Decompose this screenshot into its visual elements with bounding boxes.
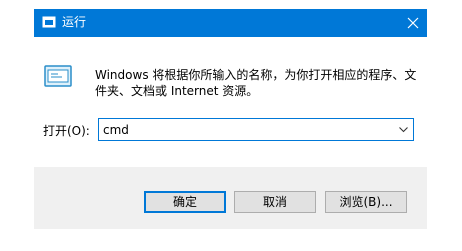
- dropdown-button[interactable]: [393, 119, 413, 140]
- dialog-description: Windows 将根据你所输入的名称，为你打开相应的程序、文件夹、文档或 Int…: [95, 68, 417, 98]
- browse-button[interactable]: 浏览(B)...: [325, 191, 407, 213]
- title-bar[interactable]: 运行: [34, 9, 427, 37]
- window-title: 运行: [62, 15, 87, 29]
- run-icon: [42, 16, 56, 28]
- open-combobox[interactable]: [98, 118, 414, 141]
- open-label: 打开(O):: [43, 124, 90, 138]
- run-dialog-icon: [44, 65, 72, 87]
- run-dialog: 运行 Windows 将根据你所输入的名称，为你打开相应的程序、文件夹、文档或 …: [34, 9, 427, 229]
- cancel-button[interactable]: 取消: [234, 191, 316, 213]
- chevron-down-icon: [398, 126, 408, 132]
- open-input[interactable]: [103, 121, 383, 138]
- close-icon: [407, 17, 419, 29]
- ok-button[interactable]: 确定: [144, 191, 226, 213]
- close-button[interactable]: [399, 9, 427, 37]
